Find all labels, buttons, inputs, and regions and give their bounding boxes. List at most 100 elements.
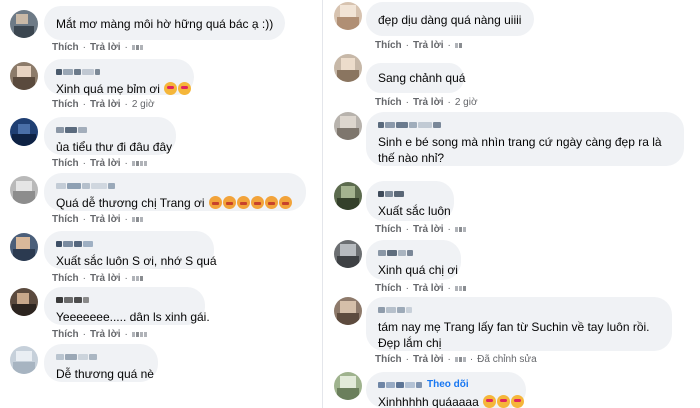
commenter-name[interactable] — [56, 180, 294, 192]
comment-bubble: Xinh quá chị ơi — [366, 240, 461, 280]
comment-text: Dễ thương quá nè — [56, 367, 154, 381]
reply-button[interactable]: Trả lời — [90, 158, 120, 169]
like-button[interactable]: Thích — [52, 214, 79, 225]
timestamp[interactable] — [131, 161, 147, 166]
comment-actions: Thích · Trả lời · — [375, 40, 462, 51]
reply-button[interactable]: Trả lời — [413, 224, 443, 235]
like-button[interactable]: Thích — [375, 283, 402, 294]
commenter-name[interactable] — [56, 124, 164, 136]
avatar[interactable] — [334, 182, 362, 210]
reply-button[interactable]: Trả lời — [413, 354, 443, 365]
like-button[interactable]: Thích — [52, 99, 79, 110]
commenter-name[interactable] — [378, 247, 449, 259]
follow-button[interactable]: Theo dõi — [427, 377, 469, 393]
comment-text: Xinhhhhh quáaaaa — [378, 395, 479, 408]
timestamp[interactable] — [131, 332, 147, 337]
timestamp[interactable] — [131, 45, 143, 50]
like-button[interactable]: Thích — [375, 224, 402, 235]
timestamp[interactable] — [454, 357, 466, 362]
avatar[interactable] — [334, 372, 362, 400]
comment-actions: Thích · Trả lời · — [375, 283, 466, 294]
like-button[interactable]: Thích — [375, 40, 402, 51]
cat-heart-eyes-emoji — [222, 196, 236, 209]
timestamp[interactable]: 2 giờ — [132, 99, 155, 110]
heart-face-emoji — [511, 395, 525, 408]
comment-actions: Thích · Trả lời · — [375, 224, 466, 235]
reply-button[interactable]: Trả lời — [413, 40, 443, 51]
comment-bubble: Yeeeeeee..... dân ls xinh gái. — [44, 287, 210, 325]
comment-bubble: Dễ thương quá nè — [44, 344, 158, 382]
avatar[interactable] — [10, 346, 38, 374]
comment-bubble: Xuất sắc luôn S ơi, nhớ S quá — [44, 231, 217, 269]
cat-heart-eyes-emoji — [278, 196, 292, 209]
timestamp[interactable] — [454, 227, 466, 232]
avatar[interactable] — [334, 2, 362, 30]
comment-actions: Thích · Trả lời · — [52, 214, 143, 225]
comment-bubble: Theo dõi Xinhhhhh quáaaaa — [366, 372, 526, 408]
like-button[interactable]: Thích — [52, 273, 79, 284]
commenter-name[interactable] — [378, 188, 442, 200]
cat-heart-eyes-emoji — [250, 196, 264, 209]
column-divider — [322, 0, 323, 408]
avatar[interactable] — [334, 112, 362, 140]
like-button[interactable]: Thích — [375, 97, 402, 108]
timestamp[interactable] — [131, 217, 143, 222]
comment-actions: Thích · Trả lời · — [52, 42, 143, 53]
reply-button[interactable]: Trả lời — [90, 42, 120, 53]
reply-button[interactable]: Trả lời — [90, 99, 120, 110]
heart-eyes-emoji — [164, 82, 178, 95]
avatar[interactable] — [10, 62, 38, 90]
avatar[interactable] — [334, 240, 362, 268]
comment-text: Xinh quá mẹ bỉm ơi — [56, 82, 160, 96]
commenter-name[interactable] — [56, 238, 202, 250]
heart-eyes-emoji — [178, 82, 192, 95]
comment-text: Xinh quá chị ơi — [378, 263, 458, 277]
avatar[interactable] — [10, 233, 38, 261]
reply-button[interactable]: Trả lời — [413, 283, 443, 294]
comment-bubble: đẹp dịu dàng quá nàng uiiii — [366, 2, 534, 36]
like-button[interactable]: Thích — [375, 354, 402, 365]
comment-actions: Thích · Trả lời · — [52, 273, 143, 284]
comment-bubble: Sang chảnh quá — [366, 63, 465, 93]
like-button[interactable]: Thích — [52, 42, 79, 53]
heart-face-emoji — [497, 395, 511, 408]
commenter-name[interactable] — [56, 66, 182, 78]
commenter-name[interactable] — [56, 351, 146, 363]
commenter-name[interactable] — [378, 119, 672, 131]
comment-bubble: Mắt mơ màng môi hờ hững quá bác ạ :)) — [44, 6, 286, 40]
comment-actions: Thích · Trả lời · — [52, 158, 147, 169]
comment-bubble: ủa tiểu thư đi đâu đây — [44, 117, 176, 155]
comment-bubble: tám nay mẹ Trang lấy fan từ Suchin về ta… — [366, 297, 672, 351]
cat-heart-eyes-emoji — [236, 196, 250, 209]
comment-actions: Thích · Trả lời · 2 giờ — [375, 97, 478, 108]
like-button[interactable]: Thích — [52, 158, 79, 169]
timestamp[interactable] — [454, 43, 462, 48]
avatar[interactable] — [334, 297, 362, 325]
avatar[interactable] — [334, 54, 362, 82]
avatar[interactable] — [10, 288, 38, 316]
like-button[interactable]: Thích — [52, 329, 79, 340]
timestamp[interactable]: 2 giờ — [455, 97, 478, 108]
edited-label[interactable]: Đã chỉnh sửa — [477, 354, 537, 365]
comment-bubble: Xuất sắc luôn — [366, 181, 454, 221]
reply-button[interactable]: Trả lời — [90, 329, 120, 340]
comment-text: đẹp dịu dàng quá nàng uiiii — [378, 13, 522, 27]
comment-bubble: Xinh quá mẹ bỉm ơi — [44, 59, 194, 96]
commenter-name[interactable] — [56, 294, 193, 306]
cat-heart-eyes-emoji — [264, 196, 278, 209]
avatar[interactable] — [10, 118, 38, 146]
timestamp[interactable] — [131, 276, 143, 281]
avatar[interactable] — [10, 10, 38, 38]
reply-button[interactable]: Trả lời — [90, 214, 120, 225]
comment-text: Quá dễ thương chị Trang ơi — [56, 196, 205, 210]
comment-text: ủa tiểu thư đi đâu đây — [56, 140, 173, 154]
comment-text: Mắt mơ màng môi hờ hững quá bác ạ :)) — [56, 17, 274, 31]
reply-button[interactable]: Trả lời — [90, 273, 120, 284]
reply-button[interactable]: Trả lời — [413, 97, 443, 108]
comment-bubble: Quá dễ thương chị Trang ơi — [44, 173, 306, 211]
comment-actions: Thích · Trả lời · · Đã chỉnh sửa — [375, 354, 537, 365]
avatar[interactable] — [10, 176, 38, 204]
comment-text: Xuất sắc luôn S ơi, nhớ S quá — [56, 254, 217, 268]
commenter-name[interactable] — [378, 304, 660, 316]
timestamp[interactable] — [454, 286, 466, 291]
